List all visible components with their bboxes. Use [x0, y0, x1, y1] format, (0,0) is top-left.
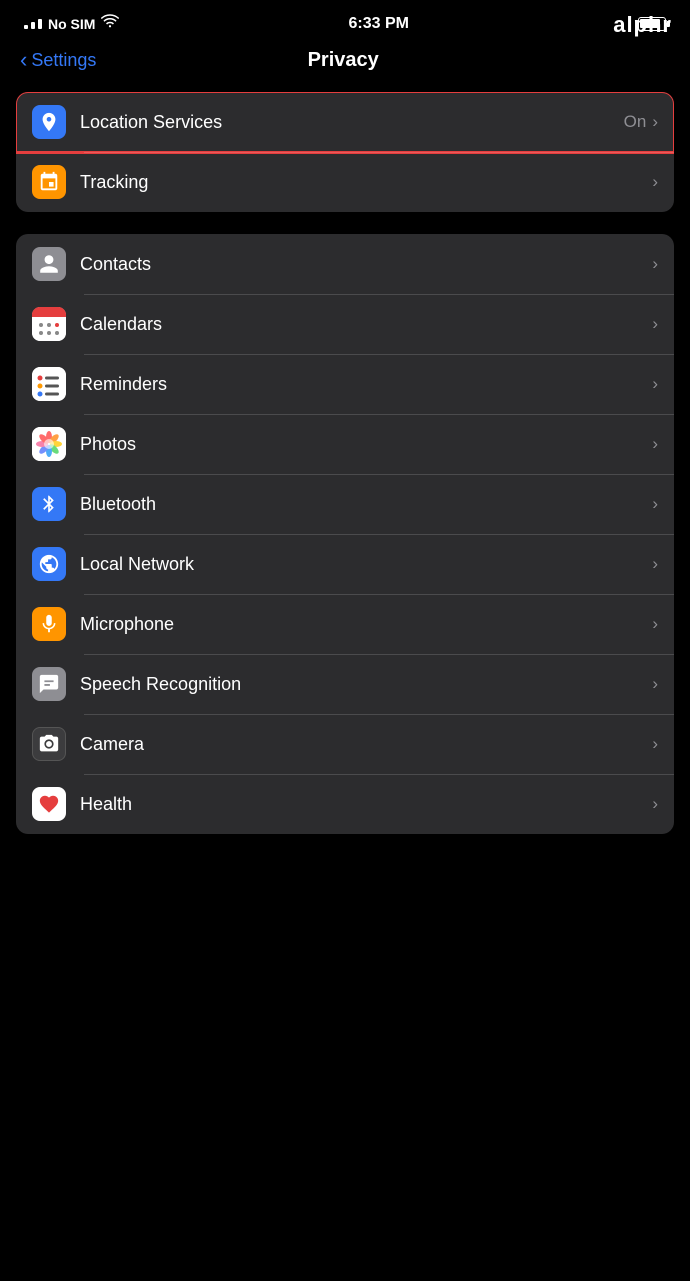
alphr-logo: alphr: [613, 12, 672, 38]
tracking-label: Tracking: [80, 172, 652, 193]
contacts-label: Contacts: [80, 254, 652, 275]
carrier-label: No SIM: [48, 16, 95, 32]
tracking-chevron: ›: [652, 172, 658, 192]
list-item-calendars[interactable]: Calendars ›: [16, 294, 674, 354]
list-item-bluetooth[interactable]: Bluetooth ›: [16, 474, 674, 534]
list-item-reminders[interactable]: Reminders ›: [16, 354, 674, 414]
status-left: No SIM: [24, 14, 119, 33]
bluetooth-label: Bluetooth: [80, 494, 652, 515]
list-item-photos[interactable]: Photos ›: [16, 414, 674, 474]
health-label: Health: [80, 794, 652, 815]
camera-label: Camera: [80, 734, 652, 755]
status-bar: No SIM 6:33 PM: [0, 0, 690, 41]
signal-dots: [24, 19, 42, 29]
list-item-health[interactable]: Health ›: [16, 774, 674, 834]
location-services-icon: [32, 105, 66, 139]
back-label: Settings: [31, 50, 96, 71]
microphone-icon: [32, 607, 66, 641]
page-title: Privacy: [96, 49, 590, 72]
reminders-icon: [32, 367, 66, 401]
calendars-chevron: ›: [652, 314, 658, 334]
speech-recognition-chevron: ›: [652, 674, 658, 694]
list-item-location-services[interactable]: Location Services On ›: [16, 92, 674, 152]
photos-label: Photos: [80, 434, 652, 455]
speech-recognition-label: Speech Recognition: [80, 674, 652, 695]
tracking-icon: [32, 165, 66, 199]
health-icon: [32, 787, 66, 821]
reminders-label: Reminders: [80, 374, 652, 395]
contacts-chevron: ›: [652, 254, 658, 274]
bluetooth-icon: [32, 487, 66, 521]
local-network-chevron: ›: [652, 554, 658, 574]
calendars-label: Calendars: [80, 314, 652, 335]
list-item-tracking[interactable]: Tracking ›: [16, 152, 674, 212]
back-button[interactable]: ‹ Settings: [20, 50, 96, 71]
list-item-contacts[interactable]: Contacts ›: [16, 234, 674, 294]
section-1: Location Services On › Tracking ›: [16, 92, 674, 212]
photos-chevron: ›: [652, 434, 658, 454]
list-group-2: Contacts ›: [16, 234, 674, 834]
camera-chevron: ›: [652, 734, 658, 754]
wifi-icon: [101, 14, 119, 33]
calendars-icon: [32, 307, 66, 341]
list-item-camera[interactable]: Camera ›: [16, 714, 674, 774]
list-group-1: Location Services On › Tracking ›: [16, 92, 674, 212]
local-network-label: Local Network: [80, 554, 652, 575]
microphone-chevron: ›: [652, 614, 658, 634]
local-network-icon: [32, 547, 66, 581]
list-item-local-network[interactable]: Local Network ›: [16, 534, 674, 594]
location-services-chevron: ›: [652, 112, 658, 132]
list-item-microphone[interactable]: Microphone ›: [16, 594, 674, 654]
camera-icon: [32, 727, 66, 761]
status-time: 6:33 PM: [348, 15, 408, 33]
speech-recognition-icon: [32, 667, 66, 701]
microphone-label: Microphone: [80, 614, 652, 635]
location-services-label: Location Services: [80, 112, 624, 133]
list-item-speech-recognition[interactable]: Speech Recognition ›: [16, 654, 674, 714]
back-chevron-icon: ‹: [20, 49, 27, 71]
nav-bar: ‹ Settings Privacy: [0, 41, 690, 84]
photos-icon: [32, 427, 66, 461]
bluetooth-chevron: ›: [652, 494, 658, 514]
health-chevron: ›: [652, 794, 658, 814]
reminders-chevron: ›: [652, 374, 658, 394]
section-2: Contacts ›: [16, 234, 674, 834]
location-services-value: On: [624, 112, 647, 132]
contacts-icon: [32, 247, 66, 281]
